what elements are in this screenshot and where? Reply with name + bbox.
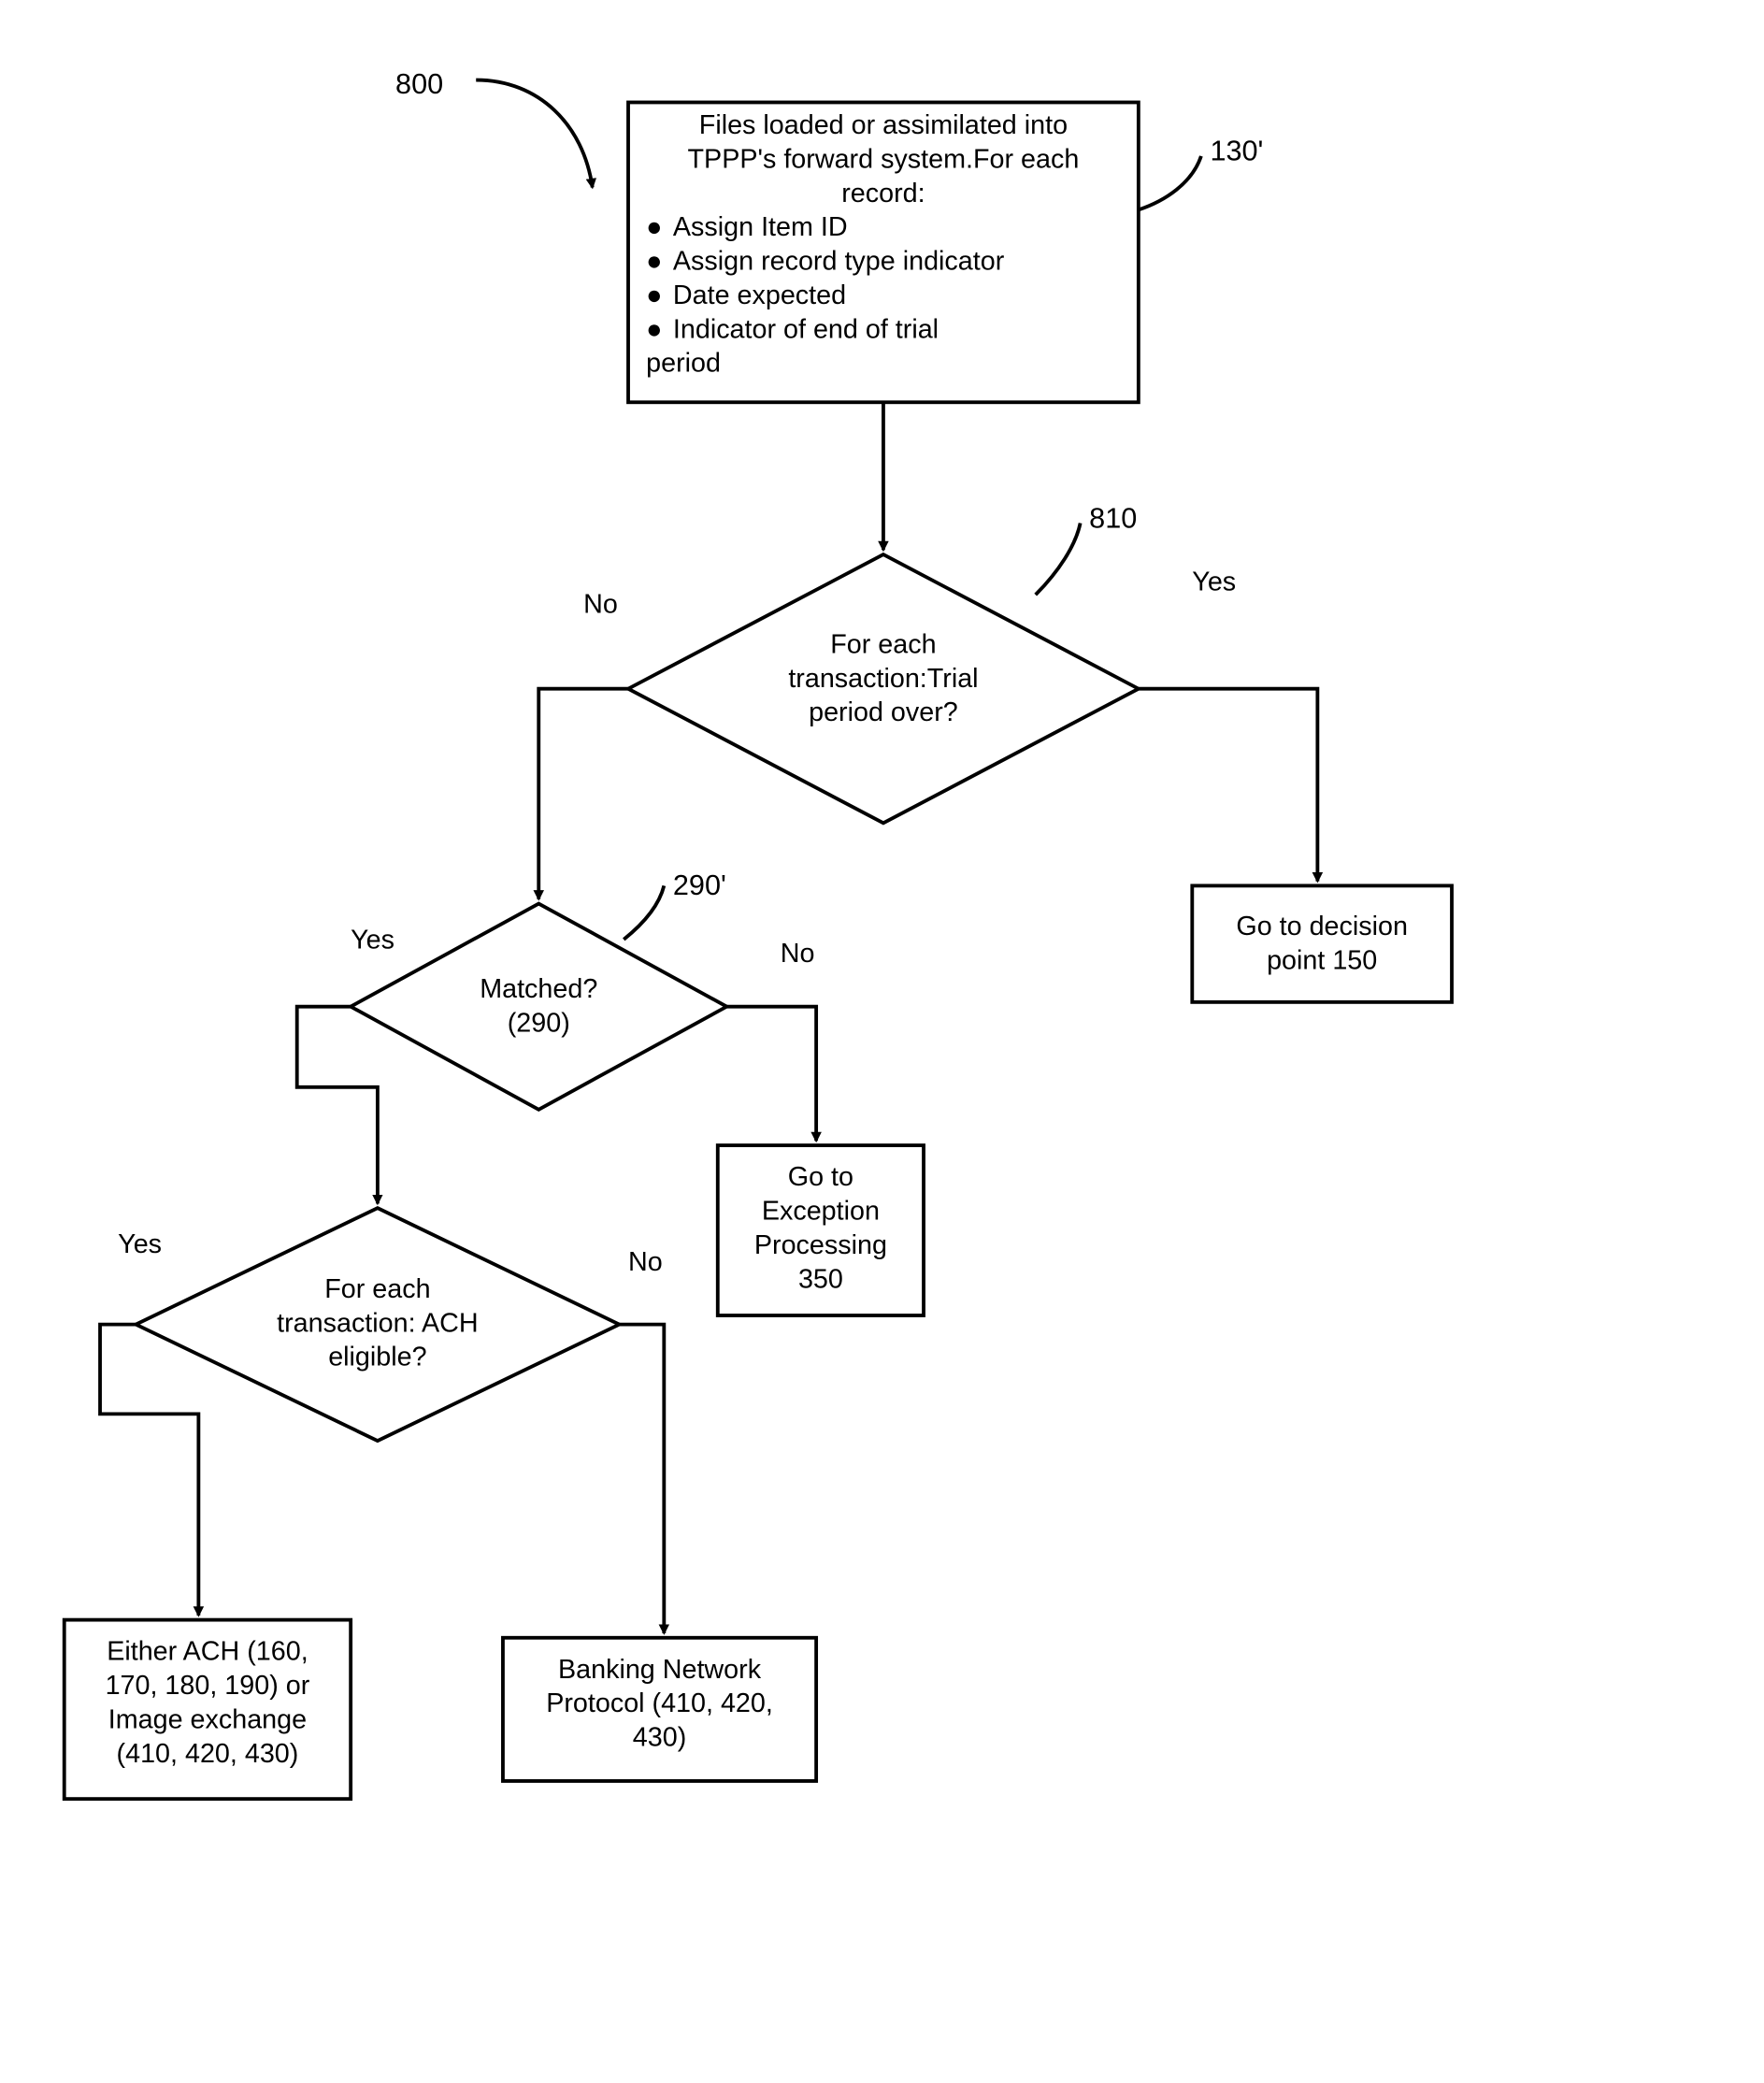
edge-label-yes-ach: Yes: [118, 1229, 162, 1259]
ref-label-130: 130': [1210, 136, 1263, 167]
process-box-bnp: Banking Network Protocol (410, 420, 430): [503, 1638, 816, 1781]
edge-label-no-810: No: [583, 589, 618, 619]
svg-text:Exception: Exception: [762, 1197, 880, 1227]
svg-text:Processing: Processing: [754, 1230, 887, 1260]
svg-text:Assign Item ID: Assign Item ID: [673, 212, 848, 242]
edge-label-no-290: No: [781, 939, 815, 969]
svg-text:●: ●: [646, 247, 662, 277]
svg-text:Go to decision: Go to decision: [1236, 912, 1408, 941]
decision-ach: For each transaction: ACH eligible?: [136, 1208, 619, 1441]
svg-text:Files loaded or assimilated in: Files loaded or assimilated into: [699, 110, 1068, 140]
svg-text:Matched?: Matched?: [480, 974, 597, 1004]
ref-label-810: 810: [1089, 502, 1137, 534]
process-box-130: Files loaded or assimilated into TPPP's …: [628, 102, 1139, 402]
svg-text:period over?: period over?: [809, 697, 958, 727]
process-box-350: Go to Exception Processing 350: [718, 1145, 924, 1315]
edge-290-no: [726, 1007, 816, 1142]
svg-text:●: ●: [646, 212, 662, 242]
svg-text:430): 430): [633, 1723, 686, 1753]
decision-810: For each transaction:Trial period over?: [628, 554, 1139, 823]
svg-text:transaction: ACH: transaction: ACH: [277, 1308, 479, 1338]
edge-ach-no: [619, 1325, 664, 1633]
process-box-either: Either ACH (160, 170, 180, 190) or Image…: [65, 1620, 351, 1800]
svg-text:●: ●: [646, 314, 662, 344]
svg-text:Image exchange: Image exchange: [108, 1704, 307, 1734]
svg-text:(290): (290): [508, 1008, 570, 1038]
edge-label-no-ach: No: [628, 1247, 663, 1277]
svg-text:Go to: Go to: [788, 1162, 853, 1192]
svg-text:Banking Network: Banking Network: [558, 1655, 762, 1685]
svg-text:transaction:Trial: transaction:Trial: [788, 664, 978, 694]
svg-text:Protocol (410, 420,: Protocol (410, 420,: [546, 1688, 773, 1718]
process-box-150: Go to decision point 150: [1192, 885, 1452, 1001]
figure-arrow: [476, 80, 592, 188]
svg-text:record:: record:: [841, 179, 925, 208]
svg-text:Date expected: Date expected: [673, 280, 846, 310]
edge-ach-yes: [100, 1325, 198, 1616]
svg-text:170, 180, 190) or: 170, 180, 190) or: [106, 1671, 310, 1701]
svg-text:●: ●: [646, 280, 662, 310]
flowchart-diagram: 800 Files loaded or assimilated into TPP…: [37, 37, 1727, 2046]
edge-290-yes: [297, 1007, 378, 1204]
svg-text:eligible?: eligible?: [328, 1343, 426, 1372]
svg-text:350: 350: [798, 1264, 843, 1294]
svg-text:TPPP's forward system.For each: TPPP's forward system.For each: [688, 144, 1080, 174]
svg-text:For each: For each: [830, 629, 936, 659]
edge-label-yes-290: Yes: [351, 925, 394, 955]
edge-label-yes-810: Yes: [1192, 567, 1236, 596]
ref-curve-130: [1139, 156, 1201, 209]
figure-label: 800: [395, 68, 443, 100]
decision-290: Matched? (290): [351, 904, 726, 1110]
svg-text:point 150: point 150: [1267, 945, 1377, 975]
svg-text:(410, 420, 430): (410, 420, 430): [117, 1739, 299, 1769]
ref-label-290: 290': [673, 869, 726, 901]
edge-810-yes: [1139, 689, 1318, 882]
svg-text:Assign record type indicator: Assign record type indicator: [673, 247, 1005, 277]
ref-curve-290: [624, 885, 664, 939]
edge-810-no: [538, 689, 628, 899]
ref-curve-810: [1036, 524, 1081, 596]
svg-text:For each: For each: [324, 1274, 430, 1304]
svg-text:Indicator of end of trial: Indicator of end of trial: [673, 314, 939, 344]
svg-text:Either ACH (160,: Either ACH (160,: [107, 1637, 308, 1667]
svg-text:period: period: [646, 349, 721, 379]
